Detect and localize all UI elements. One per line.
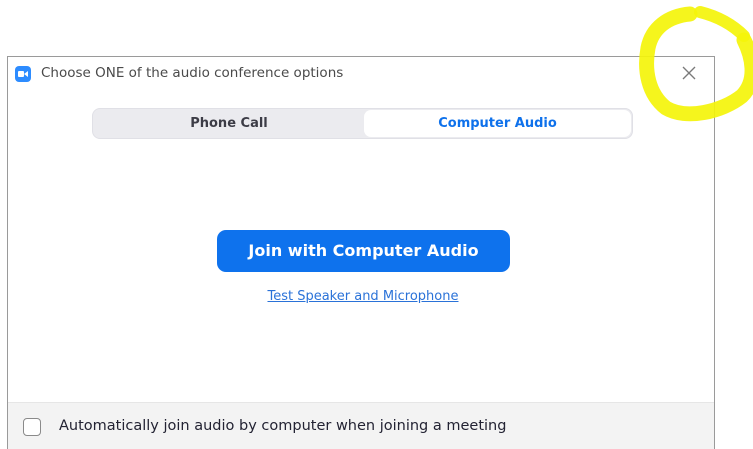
close-icon (682, 66, 696, 80)
auto-join-audio-checkbox[interactable] (23, 418, 41, 436)
dialog-footer: Automatically join audio by computer whe… (8, 402, 714, 449)
dialog-title: Choose ONE of the audio conference optio… (41, 65, 344, 81)
screen: Choose ONE of the audio conference optio… (0, 0, 753, 449)
test-speaker-microphone-link[interactable]: Test Speaker and Microphone (158, 289, 568, 304)
audio-options-dialog: Choose ONE of the audio conference optio… (7, 56, 715, 449)
title-bar: Choose ONE of the audio conference optio… (8, 57, 714, 90)
auto-join-audio-label: Automatically join audio by computer whe… (59, 418, 507, 434)
close-button[interactable] (680, 64, 698, 82)
tab-phone-call[interactable]: Phone Call (95, 110, 363, 137)
tab-computer-audio[interactable]: Computer Audio (364, 110, 631, 137)
audio-type-tabs: Phone Call Computer Audio (92, 108, 633, 139)
join-computer-audio-button[interactable]: Join with Computer Audio (217, 230, 510, 272)
zoom-camera-icon (15, 66, 31, 82)
